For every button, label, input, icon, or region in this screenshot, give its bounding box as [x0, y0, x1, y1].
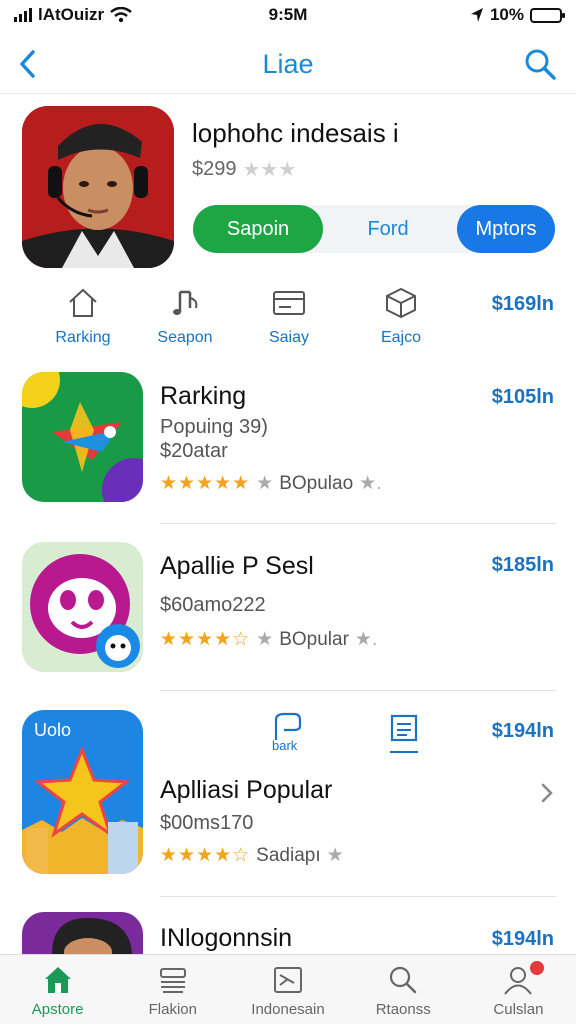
app-price[interactable]: $185ln — [492, 554, 554, 577]
app-price[interactable]: $194ln — [492, 720, 554, 743]
category-item-4[interactable]: Eajco — [356, 285, 446, 347]
image-icon — [274, 967, 302, 993]
category-label: Saiay — [268, 329, 310, 346]
rating-star-trail: ★ — [326, 845, 344, 866]
app-name: Aplliasi Popular — [160, 776, 333, 804]
app-name: INlogonnsin — [160, 924, 293, 952]
signal-icon — [14, 8, 32, 22]
search-icon[interactable] — [524, 48, 556, 80]
app-subtitle: $60amo222 — [160, 594, 266, 616]
stack-icon — [159, 968, 186, 993]
back-chevron-icon[interactable] — [16, 48, 40, 80]
app-rating: ★★★★☆ Sadiapı ★ — [160, 844, 344, 867]
tab-rtaonss[interactable]: Rtaonss — [346, 955, 461, 1024]
hero-price: $299 — [192, 158, 237, 180]
app-name: Apallie P Sesl — [160, 552, 314, 580]
clock: 9:5M — [268, 5, 308, 24]
rating-text: BOpular — [279, 628, 349, 650]
segment-button-3[interactable]: Mptors — [457, 205, 555, 253]
nav-bar: Liae — [0, 36, 576, 94]
chevron-right-icon[interactable] — [540, 782, 554, 804]
rating-star-faint: ★ — [256, 473, 274, 494]
category-label: Eajco — [380, 329, 422, 346]
search-icon — [390, 966, 417, 994]
notification-badge — [530, 961, 545, 975]
category-row: Rarking Seapon Saiay Eajco $169ln — [0, 285, 576, 355]
segmented-control: Sapoin Ford Mptors — [193, 205, 555, 253]
app-subtitle: Popuing 39) — [160, 416, 268, 438]
wifi-icon — [110, 7, 132, 23]
app-subtitle: $00ms170 — [160, 812, 254, 834]
category-label: Rarking — [55, 329, 111, 346]
tab-label: Culslan — [493, 1001, 544, 1018]
home-icon — [69, 288, 97, 317]
page-title: Liae — [262, 49, 314, 79]
divider — [160, 896, 556, 897]
card-icon — [273, 291, 305, 315]
divider — [160, 690, 556, 691]
tab-flakion[interactable]: Flakion — [115, 955, 230, 1024]
tab-label: Rtaonss — [375, 1001, 431, 1018]
box-icon — [386, 287, 416, 319]
tab-apstore[interactable]: Apstore — [0, 955, 115, 1024]
app-price[interactable]: $194ln — [492, 928, 554, 951]
hero-title: lophohc indesais i — [192, 118, 399, 148]
segment-button-2[interactable]: Ford — [323, 205, 453, 253]
bookmark-label: bark — [272, 738, 298, 753]
app-subtitle-2: $20atar — [160, 440, 228, 462]
app-price[interactable]: $105ln — [492, 386, 554, 409]
music-icon — [173, 290, 198, 315]
rating-stars: ★★★★★ — [160, 473, 251, 494]
rating-star-trail: ★. — [359, 473, 382, 494]
tab-bar: Apstore Flakion Indonesain Rtaonss Culsl… — [0, 954, 576, 1024]
app-icon — [22, 912, 143, 954]
status-bar: lAtOuizr 9:5M 10% — [0, 0, 576, 30]
tab-culslan[interactable]: Culslan — [461, 955, 576, 1024]
rating-star-trail: ★. — [354, 629, 378, 650]
app-rating: ★★★★☆ ★ BOpular ★. — [160, 628, 377, 651]
rating-star-faint: ★ — [256, 629, 274, 650]
app-icon: Uolo — [22, 710, 143, 874]
location-icon — [470, 8, 483, 22]
tab-label: Indonesain — [251, 1001, 325, 1018]
tab-label: Flakion — [148, 1001, 197, 1018]
app-rating: ★★★★★ ★ BOpulao ★. — [160, 472, 381, 495]
category-item-3[interactable]: Saiay — [244, 285, 334, 347]
carrier-label: lAtOuizr — [38, 5, 105, 24]
rating-text: BOpulao — [279, 472, 354, 494]
battery-percent: 10% — [489, 5, 524, 24]
app-icon — [22, 542, 143, 672]
category-price: $169ln — [491, 293, 554, 315]
hero-app-icon[interactable] — [22, 106, 174, 268]
rating-stars: ★★★★☆ — [160, 845, 251, 866]
tab-label: Apstore — [31, 1001, 84, 1018]
rating-stars: ★★★★☆ — [160, 629, 251, 650]
list-icon[interactable] — [390, 714, 418, 756]
category-item-1[interactable]: Rarking — [38, 285, 128, 347]
app-icon — [22, 372, 143, 502]
hero-rating-stars: ★★★ — [242, 159, 297, 181]
category-item-2[interactable]: Seapon — [140, 285, 230, 347]
category-label: Seapon — [157, 329, 213, 346]
divider — [160, 523, 556, 524]
segment-button-1[interactable]: Sapoin — [193, 205, 323, 253]
app-icon-label: Uolo — [34, 720, 72, 740]
house-icon — [44, 967, 71, 993]
hero-price-row: $299 ★★★ — [192, 157, 296, 182]
battery-icon — [530, 7, 565, 23]
tab-indonesain[interactable]: Indonesain — [230, 955, 345, 1024]
app-name: Rarking — [160, 382, 247, 410]
rating-text: Sadiapı — [256, 844, 321, 866]
